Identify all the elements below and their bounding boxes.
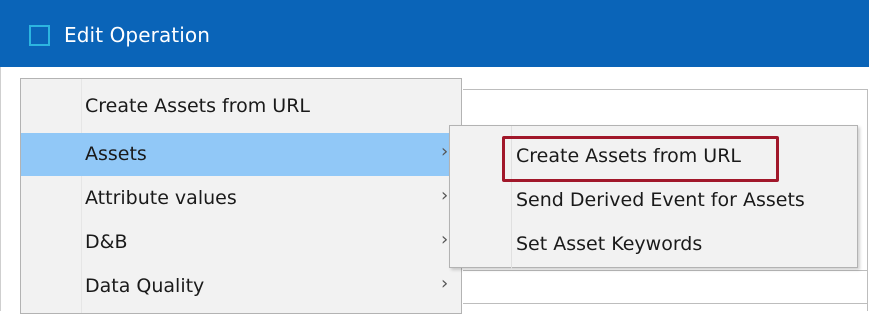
submenu-item-label: Send Derived Event for Assets — [516, 189, 805, 211]
menu-item-dnb[interactable]: D&B › — [21, 221, 461, 264]
submenu-item-label: Set Asset Keywords — [516, 233, 703, 255]
submenu-item-label: Create Assets from URL — [516, 145, 741, 167]
menu-item-data-quality[interactable]: Data Quality › — [21, 265, 461, 308]
window-app-icon — [29, 25, 50, 46]
chevron-right-icon: › — [441, 185, 449, 206]
menu-item-label: Assets — [85, 143, 147, 165]
window-titlebar: Edit Operation — [0, 0, 869, 67]
submenu-item-create-assets-from-url[interactable]: Create Assets from URL — [450, 134, 857, 182]
chevron-right-icon: › — [441, 273, 449, 294]
background-divider — [463, 303, 868, 304]
menu-item-label: Attribute values — [85, 187, 237, 209]
window-title: Edit Operation — [64, 23, 211, 47]
menu-item-label: Create Assets from URL — [85, 95, 310, 117]
menu-item-create-assets-from-url[interactable]: Create Assets from URL — [21, 85, 461, 128]
chevron-right-icon: › — [441, 141, 449, 162]
submenu-item-set-asset-keywords[interactable]: Set Asset Keywords — [450, 222, 857, 266]
menu-item-label: D&B — [85, 231, 128, 253]
background-divider — [463, 89, 868, 90]
menu-item-attribute-values[interactable]: Attribute values › — [21, 177, 461, 220]
submenu-item-send-derived-event[interactable]: Send Derived Event for Assets — [450, 178, 857, 222]
background-divider — [463, 270, 868, 271]
background-divider — [867, 89, 868, 311]
menu-item-assets[interactable]: Assets › — [21, 133, 461, 176]
chevron-right-icon: › — [441, 229, 449, 250]
submenu-assets: Create Assets from URL Send Derived Even… — [449, 125, 858, 269]
menu-item-label: Data Quality — [85, 275, 205, 297]
context-menu: Create Assets from URL Assets › Attribut… — [20, 78, 462, 314]
